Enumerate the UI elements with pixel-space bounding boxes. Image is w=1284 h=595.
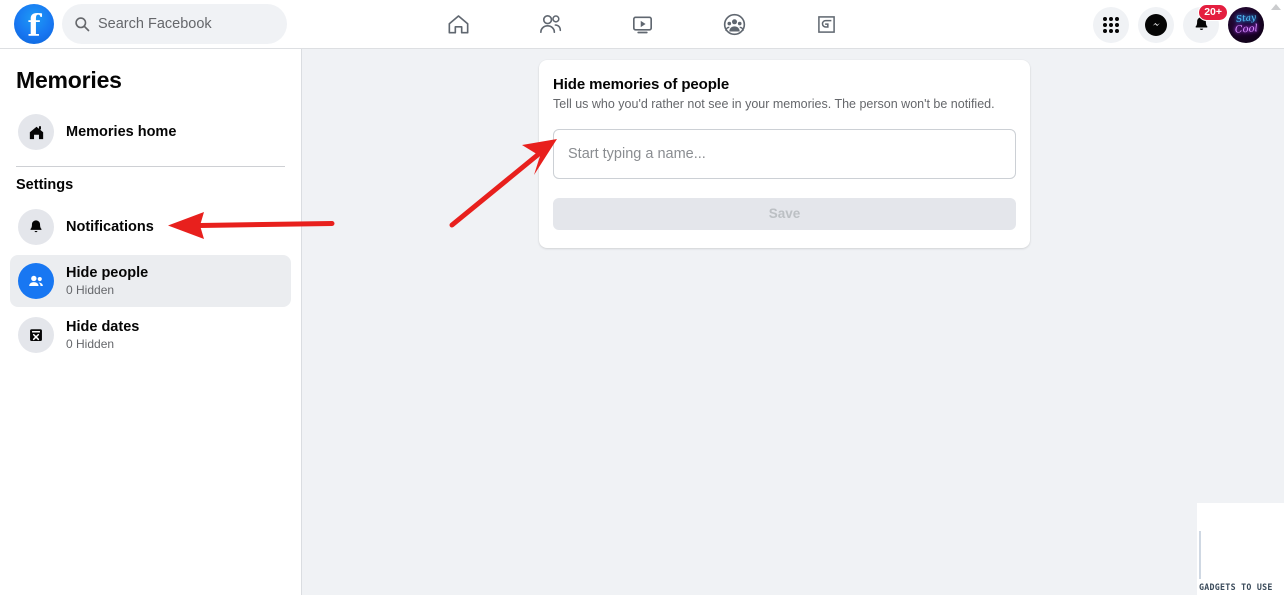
sidebar-item-sublabel: 0 Hidden — [66, 336, 115, 351]
sidebar-item-hide-people[interactable]: Hide people 0 Hidden — [10, 255, 291, 307]
sidebar-notifications-texts: Notifications — [66, 218, 154, 236]
sidebar-item-hide-dates[interactable]: Hide dates 0 Hidden — [10, 309, 291, 361]
sidebar-divider — [16, 166, 285, 167]
watermark-text: GADGETS TO USE — [1199, 583, 1273, 593]
memories-sidebar: Memories Memories home Settings Notifica… — [0, 49, 302, 595]
card-title: Hide memories of people — [553, 76, 730, 93]
header-nav-group — [444, 10, 840, 38]
sidebar-item-label: Hide people — [66, 264, 149, 281]
house-icon — [18, 114, 54, 150]
sidebar-section-settings: Settings — [16, 177, 74, 193]
profile-avatar[interactable]: Stay Cool — [1228, 6, 1264, 43]
save-button[interactable]: Save — [553, 197, 1016, 230]
facebook-memories-page: f Search Facebook 20+ Stay Cool Memories… — [0, 0, 1284, 595]
hide-memories-card: Hide memories of people Tell us who you'… — [539, 60, 1030, 248]
avatar-text-line2: Cool — [1234, 22, 1258, 36]
scrollbar-up-arrow[interactable] — [1271, 4, 1281, 10]
home-icon[interactable] — [444, 10, 472, 38]
name-search-input[interactable] — [553, 128, 1016, 179]
watermark-bar — [1199, 531, 1201, 579]
apps-grid-icon[interactable] — [1093, 6, 1129, 43]
sidebar-item-label: Hide dates — [66, 318, 140, 335]
sidebar-hide-dates-texts: Hide dates 0 Hidden — [66, 318, 139, 353]
sidebar-hide-people-texts: Hide people 0 Hidden — [66, 264, 148, 299]
sidebar-item-memories-home[interactable]: Memories home — [10, 106, 291, 158]
messenger-bubble-glyph — [1145, 13, 1167, 36]
header-right-group: 20+ Stay Cool — [1093, 0, 1264, 49]
card-subtitle: Tell us who you'd rather not see in your… — [553, 97, 995, 111]
watch-video-icon[interactable] — [628, 10, 656, 38]
friends-icon[interactable] — [536, 10, 564, 38]
calendar-x-icon — [18, 317, 54, 353]
sidebar-home-texts: Memories home — [66, 123, 176, 141]
messenger-icon[interactable] — [1138, 6, 1174, 43]
main-content-area: Hide memories of people Tell us who you'… — [302, 49, 1284, 595]
watermark: GADGETS TO USE — [1197, 503, 1284, 595]
sidebar-item-notifications[interactable]: Notifications — [10, 201, 291, 253]
notifications-badge: 20+ — [1198, 3, 1228, 21]
page-title: Memories — [16, 67, 122, 93]
sidebar-item-label: Memories home — [66, 123, 177, 140]
top-navigation-bar: f Search Facebook 20+ Stay Cool — [0, 0, 1284, 49]
search-input[interactable]: Search Facebook — [62, 4, 287, 44]
groups-icon[interactable] — [720, 10, 748, 38]
sidebar-item-sublabel: 0 Hidden — [66, 282, 115, 297]
apps-grid-dots — [1103, 16, 1119, 33]
search-placeholder-text: Search Facebook — [98, 16, 212, 32]
facebook-logo-icon[interactable]: f — [14, 4, 54, 44]
notifications-button[interactable]: 20+ — [1183, 3, 1228, 43]
people-icon — [18, 263, 54, 299]
header-left-group: f Search Facebook — [0, 4, 287, 44]
bell-icon — [18, 209, 54, 245]
search-icon — [74, 16, 90, 32]
gaming-icon[interactable] — [812, 10, 840, 38]
sidebar-item-label: Notifications — [66, 218, 154, 235]
